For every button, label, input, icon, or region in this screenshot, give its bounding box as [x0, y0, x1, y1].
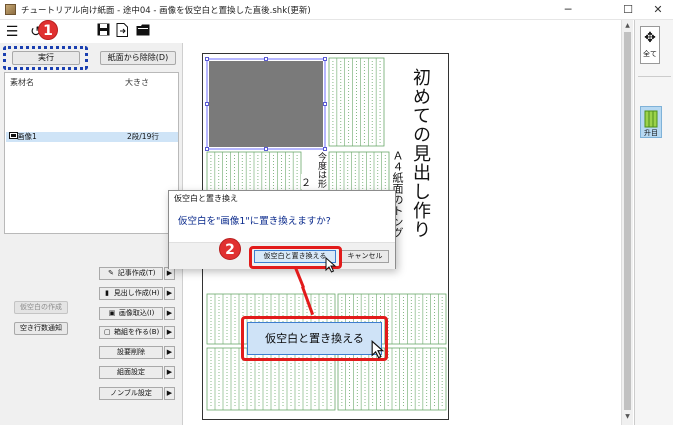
import-image-label: 画像取込(I)	[118, 309, 155, 317]
column-header-name[interactable]: 素材名	[10, 77, 34, 88]
material-list[interactable]: 素材名 大きさ 画像1 2段/19行	[4, 72, 179, 234]
grid-toggle-label: 升目	[644, 129, 658, 137]
selection-handle	[205, 147, 209, 151]
make-box-label: 箱組を作る(B)	[113, 328, 160, 336]
toolbar: ☰ ↺	[0, 21, 183, 43]
delete-settings-button[interactable]: 設要削除	[99, 346, 163, 359]
headline-icon: ▮	[105, 289, 109, 297]
selection-handle	[323, 147, 327, 151]
scroll-up-icon[interactable]: ▲	[623, 22, 632, 31]
nombre-settings-button[interactable]: ノンブル設定	[99, 387, 163, 400]
create-article-label: 記事作成(T)	[117, 269, 156, 277]
move-icon: ✥	[644, 30, 656, 46]
left-panel: 実行 紙面から除除(D) 素材名 大きさ 画像1 2段/19行 仮空白の作成 空…	[0, 43, 183, 425]
empty-lines-notify-button[interactable]: 空き行数通知	[14, 322, 68, 335]
minimize-button[interactable]: ─	[553, 0, 583, 20]
close-button[interactable]: ✕	[643, 0, 673, 20]
create-headline-label: 見出し作成(H)	[113, 289, 160, 297]
selection-handle	[264, 57, 268, 61]
folder-icon[interactable]	[134, 23, 152, 41]
headline: 初めての見出し作り	[410, 68, 431, 239]
import-image-arrow[interactable]: ▶	[164, 307, 175, 320]
select-all-label: 全て	[643, 50, 657, 58]
save-icon[interactable]	[94, 23, 112, 41]
zoomed-replace-button: 仮空白と置き換える	[247, 322, 382, 355]
list-item[interactable]: 画像1 2段/19行	[6, 132, 178, 142]
list-item-name: 画像1	[17, 132, 37, 141]
import-image-button[interactable]: ▣ 画像取込(I)	[99, 307, 163, 320]
scroll-down-icon[interactable]: ▼	[623, 413, 632, 422]
selection-handle	[205, 57, 209, 61]
remove-from-page-button[interactable]: 紙面から除除(D)	[100, 51, 176, 65]
create-headline-arrow[interactable]: ▶	[164, 287, 175, 300]
grid-block	[328, 57, 385, 147]
right-panel: ✥ 全て 升目	[634, 20, 673, 425]
box-icon: ▢	[103, 328, 111, 336]
export-icon[interactable]	[113, 23, 131, 41]
maximize-button[interactable]: ☐	[613, 0, 643, 20]
nombre-settings-arrow[interactable]: ▶	[164, 387, 175, 400]
app-icon	[5, 4, 16, 15]
step-badge-2: 2	[219, 238, 241, 260]
cursor-icon	[371, 340, 385, 359]
cancel-button[interactable]: キャンセル	[341, 250, 389, 263]
selection-handle	[323, 102, 327, 106]
dialog-message: 仮空白を"画像1"に置き換えますか?	[178, 216, 331, 227]
grid-toggle-button[interactable]: 升目	[640, 106, 662, 138]
dialog-title: 仮空白と置き換え	[174, 194, 238, 203]
grid-icon	[644, 110, 658, 128]
title-bar: チュートリアル向け紙面 - 途中04 - 画像を仮空白と置換した直後.shk(更…	[0, 0, 673, 20]
scrollbar-thumb[interactable]	[624, 32, 631, 410]
execute-button[interactable]: 実行	[12, 51, 80, 65]
cursor-icon	[325, 257, 337, 273]
page-settings-button[interactable]: 組面設定	[99, 366, 163, 379]
create-article-button[interactable]: ✎ 記事作成(T)	[99, 267, 163, 280]
image-placeholder	[209, 61, 323, 147]
list-item-size: 2段/19行	[127, 132, 159, 141]
small-text: 今度は形	[315, 152, 328, 188]
vertical-scrollbar[interactable]: ▲ ▼	[621, 20, 633, 425]
page-settings-arrow[interactable]: ▶	[164, 366, 175, 379]
image-icon: ▣	[108, 309, 116, 317]
make-box-arrow[interactable]: ▶	[164, 326, 175, 339]
window-title: チュートリアル向け紙面 - 途中04 - 画像を仮空白と置換した直後.shk(更…	[21, 6, 311, 16]
create-placeholder-button[interactable]: 仮空白の作成	[14, 301, 68, 314]
small-text: ２	[301, 174, 311, 189]
step-badge-1: 1	[38, 20, 58, 40]
divider	[638, 76, 671, 77]
selection-handle	[205, 102, 209, 106]
menu-icon[interactable]: ☰	[3, 23, 21, 41]
make-box-button[interactable]: ▢ 箱組を作る(B)	[99, 326, 163, 339]
select-all-button[interactable]: ✥ 全て	[640, 26, 660, 64]
selection-handle	[323, 57, 327, 61]
delete-settings-arrow[interactable]: ▶	[164, 346, 175, 359]
create-headline-button[interactable]: ▮ 見出し作成(H)	[99, 287, 163, 300]
pencil-icon: ✎	[108, 269, 114, 277]
selection-handle	[264, 147, 268, 151]
column-header-size[interactable]: 大きさ	[125, 77, 149, 88]
